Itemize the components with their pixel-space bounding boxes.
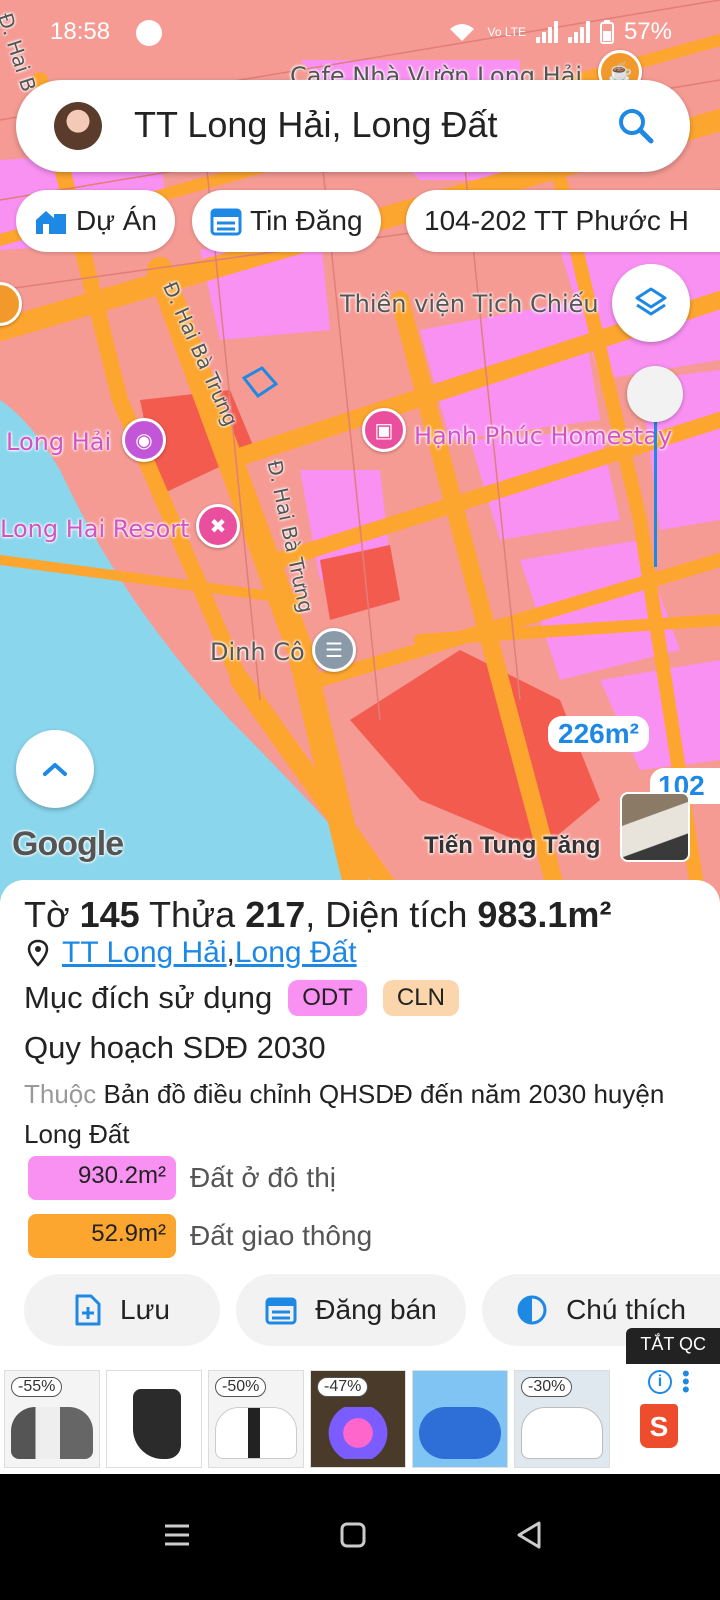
map-label-homestay[interactable]: Hạnh Phúc Homestay — [414, 422, 672, 450]
location-separator: , — [226, 936, 235, 969]
land-row-residential: 930.2m² Đất ở đô thị — [28, 1156, 336, 1200]
expand-up-button[interactable] — [16, 730, 94, 808]
ad-discount: -30% — [521, 1377, 573, 1397]
map-label-thien-vien[interactable]: Thiền viện Tịch Chiếu — [340, 290, 599, 318]
save-button-label: Lưu — [120, 1294, 170, 1325]
search-bar[interactable]: TT Long Hải, Long Đất — [16, 80, 690, 172]
signal-1-icon — [535, 21, 558, 43]
ad-product[interactable] — [412, 1370, 508, 1468]
chip-tin-dang[interactable]: Tin Đăng — [192, 190, 381, 252]
land-label-traffic: Đất giao thông — [190, 1220, 373, 1251]
add-file-icon — [75, 1294, 101, 1326]
plan-desc-text: Bản đồ điều chỉnh QHSDĐ đến năm 2030 huy… — [24, 1079, 665, 1149]
status-time: 18:58 — [50, 18, 111, 45]
battery-icon — [599, 20, 614, 44]
parcel-to-number: 145 — [79, 894, 140, 935]
location-pin-icon — [27, 939, 49, 967]
chip-du-an-label: Dự Án — [76, 205, 157, 236]
home-square-icon — [340, 1522, 366, 1548]
layers-icon — [635, 287, 667, 316]
area-badge[interactable]: 226m² — [548, 716, 649, 752]
signal-2-icon — [567, 21, 590, 43]
ad-info-icon[interactable]: i — [648, 1370, 672, 1394]
chevron-up-icon — [43, 763, 67, 776]
google-logo: Google — [12, 825, 124, 863]
land-label-residential: Đất ở đô thị — [190, 1162, 336, 1193]
ad-discount: -55% — [11, 1377, 63, 1397]
shopee-icon[interactable]: S — [640, 1404, 678, 1448]
ad-product[interactable]: -55% — [4, 1370, 100, 1468]
location-row: TT Long Hải, Long Đất — [26, 936, 357, 970]
building-icon — [36, 211, 66, 234]
parcel-thua-number: 217 — [245, 894, 306, 935]
ad-product[interactable]: -47% — [310, 1370, 406, 1468]
back-triangle-icon — [517, 1521, 541, 1549]
close-ads-button[interactable]: TẮT QC — [626, 1328, 720, 1364]
layers-button[interactable] — [612, 264, 690, 342]
museum-poi-icon[interactable]: ☰ — [312, 628, 356, 672]
camera-poi-icon[interactable]: ◉ — [122, 418, 166, 462]
post-sale-button-label: Đăng bán — [315, 1294, 437, 1325]
post-sale-button[interactable]: Đăng bán — [236, 1274, 466, 1346]
home-button[interactable] — [328, 1510, 378, 1560]
search-icon[interactable] — [616, 106, 656, 146]
parcel-title: Tờ 145 Thửa 217, Diện tích 983.1m² — [24, 894, 611, 936]
opacity-slider-handle[interactable] — [627, 366, 683, 422]
volte-label: Vo LTE — [487, 25, 526, 39]
location-link-district[interactable]: Long Đất — [235, 936, 357, 970]
menu-icon — [165, 1524, 189, 1546]
usage-label: Mục đích sử dụng — [24, 980, 273, 1015]
ad-product[interactable]: -50% — [208, 1370, 304, 1468]
parcel-area-value: 983.1m² — [477, 894, 612, 935]
land-amount-residential: 930.2m² — [28, 1156, 176, 1200]
ad-product[interactable] — [106, 1370, 202, 1468]
search-query[interactable]: TT Long Hải, Long Đất — [134, 104, 498, 146]
chip-address[interactable]: 104-202 TT Phước H — [406, 190, 720, 252]
battery-percent: 57% — [623, 18, 672, 45]
land-row-traffic: 52.9m² Đất giao thông — [28, 1214, 372, 1258]
parcel-info-panel: Tờ 145 Thửa 217, Diện tích 983.1m² TT Lo… — [0, 880, 720, 1370]
recent-apps-button[interactable] — [152, 1510, 202, 1560]
resort-poi-icon[interactable]: ✖ — [196, 504, 240, 548]
map-label-resort[interactable]: Long Hai Resort — [0, 515, 190, 543]
parcel-area-label: , Diện tích — [305, 894, 478, 935]
status-bar: 18:58 Vo LTE 57% — [0, 0, 720, 64]
chip-du-an[interactable]: Dự Án — [16, 190, 175, 252]
usage-row: Mục đích sử dụng ODT CLN — [24, 980, 459, 1016]
messenger-icon — [136, 20, 162, 46]
avatar[interactable] — [54, 102, 102, 150]
streetview-thumbnail[interactable] — [620, 792, 690, 862]
calendar-list-icon — [210, 208, 242, 236]
ad-more-icon[interactable]: • • • — [682, 1363, 696, 1401]
parcel-to-label: Tờ — [24, 894, 80, 935]
contrast-icon — [517, 1295, 547, 1325]
calendar-list-icon — [265, 1297, 297, 1325]
usage-tag-cln[interactable]: CLN — [382, 980, 459, 1016]
parcel-thua-label: Thửa — [139, 894, 246, 935]
back-button[interactable] — [504, 1510, 554, 1560]
plan-title: Quy hoạch SDĐ 2030 — [24, 1030, 326, 1065]
system-nav-bar — [0, 1474, 720, 1600]
chip-address-label: 104-202 TT Phước H — [424, 205, 689, 236]
plan-description: Thuộc Bản đồ điều chỉnh QHSDĐ đến năm 20… — [24, 1074, 684, 1154]
usage-tag-odt[interactable]: ODT — [288, 980, 367, 1016]
land-amount-traffic: 52.9m² — [28, 1214, 176, 1258]
ad-banner[interactable]: TẮT QC -55% -50% -47% -30% i • • • S — [0, 1328, 720, 1474]
save-button[interactable]: Lưu — [24, 1274, 220, 1346]
chip-tin-dang-label: Tin Đăng — [250, 205, 363, 236]
location-link-ward[interactable]: TT Long Hải — [62, 936, 227, 970]
ad-product[interactable]: -30% — [514, 1370, 610, 1468]
ad-discount: -50% — [215, 1377, 267, 1397]
legend-button-label: Chú thích — [566, 1294, 686, 1325]
streetview-label[interactable]: Tiến Tung Tăng — [424, 832, 600, 860]
map-label-long-hai[interactable]: Long Hải — [6, 428, 111, 456]
ad-discount: -47% — [317, 1377, 369, 1397]
map-label-dinh-co[interactable]: Dinh Cô — [210, 638, 305, 666]
plan-desc-prefix: Thuộc — [24, 1079, 97, 1109]
bed-poi-icon[interactable]: ▣ — [362, 408, 406, 452]
wifi-icon — [450, 24, 475, 41]
